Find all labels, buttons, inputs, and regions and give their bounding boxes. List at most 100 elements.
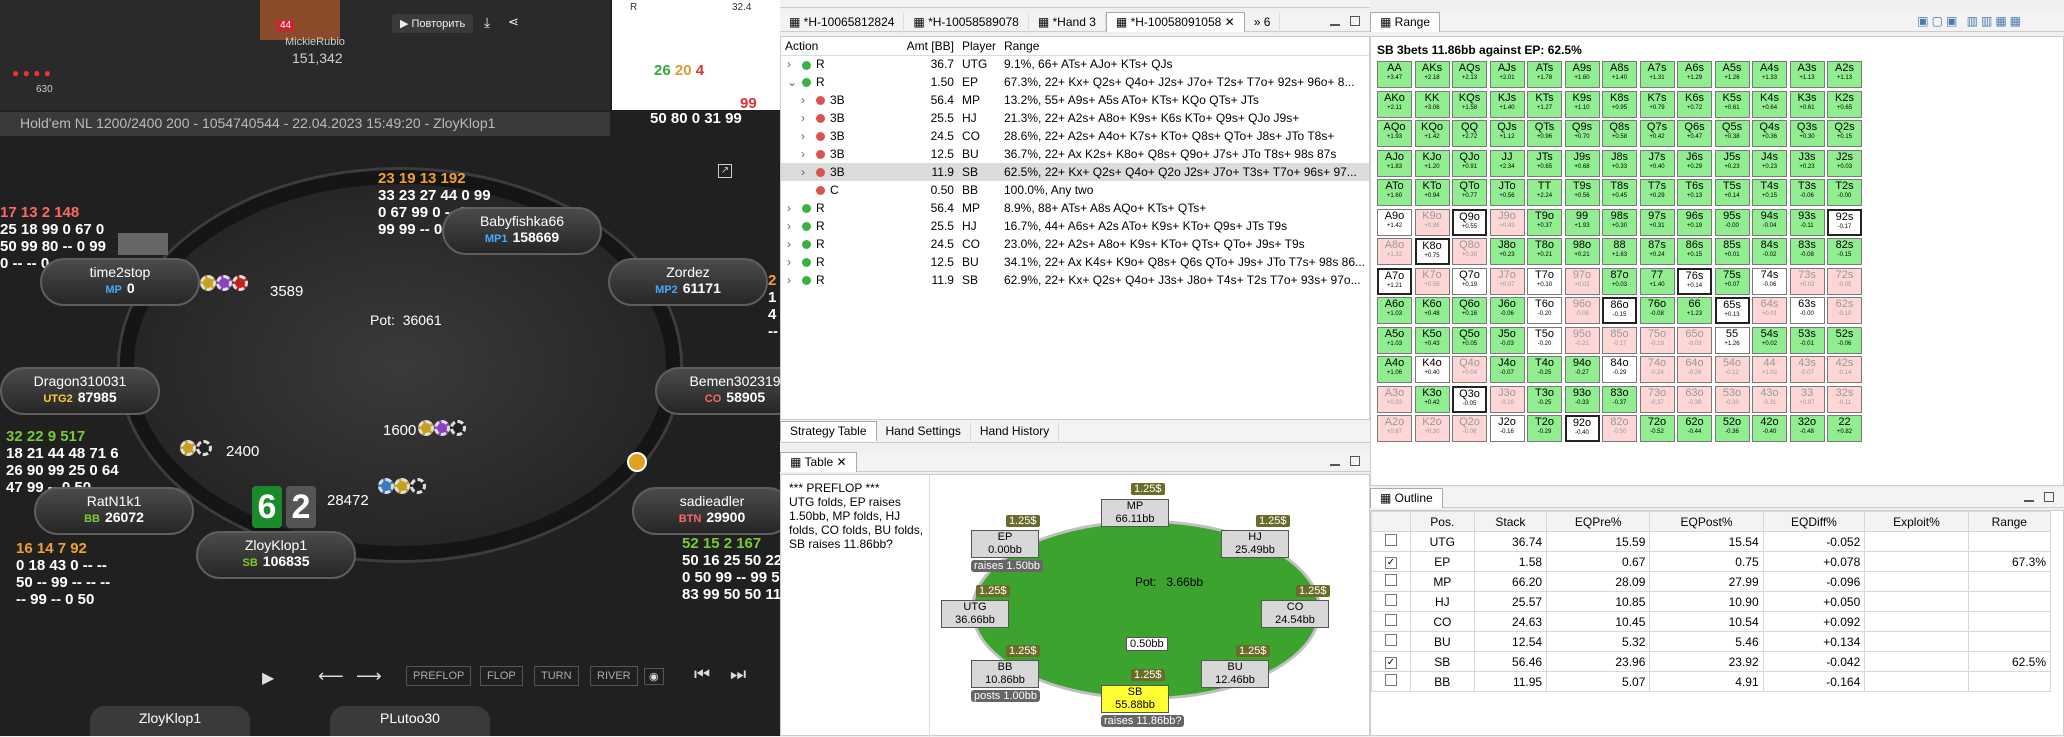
range-cell[interactable]: K2s +0.65 <box>1827 90 1862 118</box>
outline-col[interactable]: EQPre% <box>1546 511 1651 532</box>
range-cell[interactable]: 42s -0.14 <box>1827 356 1862 383</box>
tab-hand-4[interactable]: ▦ *H-10058091058 ✕ <box>1105 12 1245 32</box>
range-cell[interactable]: J6o -0.06 <box>1489 297 1525 324</box>
col-action[interactable]: Action <box>781 37 899 55</box>
mini-seat-ep[interactable]: EP 0.00bb <box>971 530 1039 558</box>
expand-arrow-icon[interactable]: › <box>801 111 811 125</box>
range-cell[interactable]: 95o -0.21 <box>1564 326 1600 354</box>
range-cell[interactable]: J8s +0.33 <box>1602 149 1637 177</box>
range-cell[interactable]: Q5o +0.05 <box>1452 326 1487 354</box>
range-cell[interactable]: QQ +2.72 <box>1452 120 1487 147</box>
replay-button[interactable]: ▶ Повторить <box>392 14 474 33</box>
col-amt[interactable]: Amt [BB] <box>899 37 958 55</box>
range-cell[interactable]: T6s +0.13 <box>1677 179 1712 206</box>
expand-arrow-icon[interactable]: › <box>787 201 797 215</box>
range-cell[interactable]: Q4s +0.36 <box>1752 120 1787 147</box>
range-cell[interactable]: K8o +0.75 <box>1414 238 1450 265</box>
range-cell[interactable]: AA +3.47 <box>1377 61 1412 88</box>
expand-arrow-icon[interactable]: › <box>787 219 797 233</box>
range-cell[interactable]: 53s -0.01 <box>1789 326 1825 354</box>
row-checkbox[interactable]: ✓ <box>1384 557 1397 569</box>
range-cell[interactable]: A2o +0.87 <box>1377 415 1412 442</box>
back-icon[interactable]: ⟵ <box>318 666 344 687</box>
range-cell[interactable]: JTo +0.56 <box>1489 179 1525 206</box>
range-cell[interactable]: JTs +0.65 <box>1527 149 1562 177</box>
outline-col[interactable]: EQPost% <box>1649 511 1764 532</box>
range-cell[interactable]: Q7o +0.19 <box>1452 267 1487 295</box>
range-cell[interactable]: 92o -0.40 <box>1564 415 1600 442</box>
range-cell[interactable]: K7o +0.59 <box>1414 267 1450 295</box>
range-cell[interactable]: K9s +1.10 <box>1564 90 1600 118</box>
range-cell[interactable]: Q2o -0.06 <box>1452 415 1487 442</box>
range-cell[interactable]: 93s -0.11 <box>1789 208 1825 236</box>
outline-col[interactable]: Range <box>1967 511 2052 532</box>
range-cell[interactable]: J3o -0.16 <box>1489 385 1525 413</box>
range-cell[interactable]: K6s +0.72 <box>1677 90 1712 118</box>
expand-arrow-icon[interactable]: ⌄ <box>787 75 797 89</box>
expand-arrow-icon[interactable]: › <box>801 165 811 179</box>
tab-more[interactable]: » 6 <box>1245 13 1281 33</box>
tab-hand-history[interactable]: Hand History <box>971 422 1060 442</box>
range-cell[interactable]: Q7s +0.42 <box>1639 120 1675 147</box>
range-cell[interactable]: 74s -0.06 <box>1752 267 1787 295</box>
range-cell[interactable]: AJs +2.01 <box>1489 61 1525 88</box>
tab-table[interactable]: ▦ Table ✕ <box>780 452 857 472</box>
range-cell[interactable]: J5s +0.23 <box>1714 149 1750 177</box>
expand-icon[interactable]: ↗ <box>718 164 732 178</box>
minimize-icon[interactable] <box>2024 500 2034 502</box>
forward-icon[interactable]: ⟶ <box>356 666 382 687</box>
range-cell[interactable]: 43s -0.07 <box>1789 356 1825 383</box>
range-cell[interactable]: 64o -0.26 <box>1677 356 1712 383</box>
range-cell[interactable]: 94o -0.27 <box>1564 356 1600 383</box>
range-cell[interactable]: K6o +0.48 <box>1414 297 1450 324</box>
col-player[interactable]: Player <box>958 37 1000 55</box>
range-cell[interactable]: 83s -0.08 <box>1789 238 1825 265</box>
range-cell[interactable]: KJs +1.40 <box>1489 90 1525 118</box>
range-cell[interactable]: 98s +0.30 <box>1602 208 1637 236</box>
range-cell[interactable]: KJo +1.20 <box>1414 149 1450 177</box>
range-cell[interactable]: J4s +0.23 <box>1752 149 1787 177</box>
range-cell[interactable]: K3s +0.61 <box>1789 90 1825 118</box>
range-cell[interactable]: A6s +1.29 <box>1677 61 1712 88</box>
maximize-icon[interactable] <box>1350 16 1360 26</box>
first-icon[interactable]: ⏮ <box>694 664 710 685</box>
range-cell[interactable]: 22 +0.82 <box>1827 415 1862 442</box>
row-checkbox[interactable] <box>1384 574 1397 586</box>
seat-zloyklop1[interactable]: ZloyKlop1 SB 106835 <box>196 531 356 579</box>
download-icon[interactable]: ⤓ <box>484 14 490 31</box>
bottom-seat-2[interactable]: PLutoo30 <box>330 706 490 736</box>
range-cell[interactable]: 76o -0.08 <box>1639 297 1675 324</box>
range-cell[interactable]: 82s -0.15 <box>1827 238 1862 265</box>
range-cell[interactable]: K4o +0.40 <box>1414 356 1450 383</box>
tab-strategy-table[interactable]: Strategy Table <box>780 421 877 441</box>
street-river[interactable]: RIVER <box>590 666 638 686</box>
tab-hand-1[interactable]: ▦ *H-10065812824 <box>780 13 905 33</box>
mini-seat-mp[interactable]: MP 66.11bb <box>1101 499 1169 527</box>
range-cell[interactable]: 98o +0.21 <box>1564 238 1600 265</box>
range-cell[interactable]: T7o +0.10 <box>1527 267 1562 295</box>
range-cell[interactable]: KQs +1.58 <box>1452 90 1487 118</box>
range-cell[interactable]: KK +3.06 <box>1414 90 1450 118</box>
range-cell[interactable]: 86o -0.15 <box>1602 297 1637 324</box>
range-cell[interactable]: K8s +0.95 <box>1602 90 1637 118</box>
action-row[interactable]: › 3B 12.5 BU 36.7%, 22+ Ax K2s+ K8o+ Q8s+ Q9… <box>781 145 1369 163</box>
range-cell[interactable]: 87o +0.03 <box>1602 267 1637 295</box>
row-checkbox[interactable] <box>1384 534 1397 546</box>
range-cell[interactable]: J5o -0.03 <box>1489 326 1525 354</box>
range-cell[interactable]: 64s +0.01 <box>1752 297 1787 324</box>
tab-hand-2[interactable]: ▦ *H-10058589078 <box>904 13 1029 33</box>
range-cell[interactable]: 32o -0.48 <box>1789 415 1825 442</box>
range-cell[interactable]: J9o +0.43 <box>1489 208 1525 236</box>
range-cell[interactable]: T2s -0.00 <box>1827 179 1862 206</box>
range-cell[interactable]: A5o +1.03 <box>1377 326 1412 354</box>
mini-seat-hj[interactable]: HJ 25.49bb <box>1221 530 1289 558</box>
range-cell[interactable]: A9s +1.60 <box>1564 61 1600 88</box>
range-cell[interactable]: 93o -0.33 <box>1564 385 1600 413</box>
range-cell[interactable]: AKs +2.18 <box>1414 61 1450 88</box>
range-cell[interactable]: TT +2.24 <box>1527 179 1562 206</box>
range-cell[interactable]: J2s +0.03 <box>1827 149 1862 177</box>
tab-hand-3[interactable]: ▦ *Hand 3 <box>1029 13 1106 33</box>
row-checkbox[interactable] <box>1384 594 1397 606</box>
outline-col[interactable]: Exploit% <box>1864 511 1969 532</box>
range-cell[interactable]: Q6o +0.16 <box>1452 297 1487 324</box>
